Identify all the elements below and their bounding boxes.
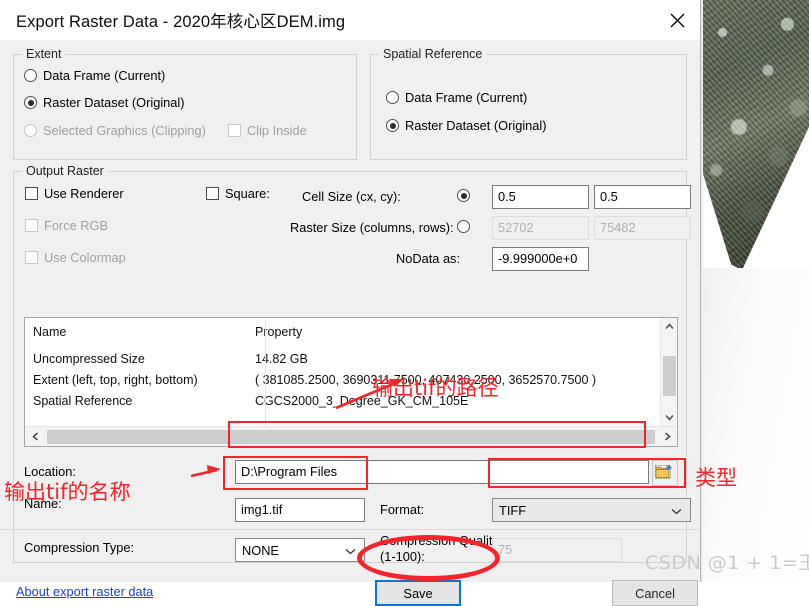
cancel-button[interactable]: Cancel (612, 580, 698, 606)
annotation-label-name: 输出tif的名称 (4, 480, 131, 504)
save-button[interactable]: Save (375, 580, 461, 606)
annotation-label-type: 类型 (695, 466, 737, 490)
annotation-label-path: 输出tif的路径 (372, 376, 499, 400)
about-export-raster-data-link[interactable]: About export raster data (16, 584, 153, 599)
csdn-watermark: CSDN @1 + 1=王 (645, 552, 809, 574)
